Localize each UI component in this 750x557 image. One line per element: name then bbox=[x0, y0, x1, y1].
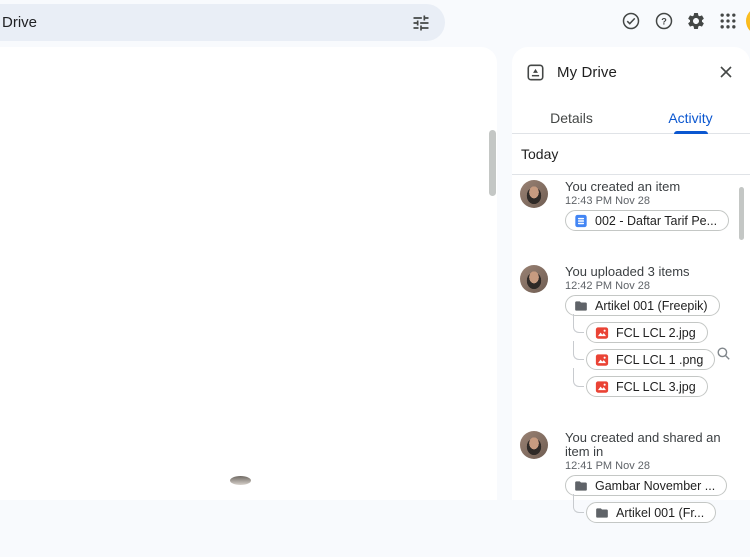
search-bar[interactable]: Drive bbox=[0, 4, 445, 41]
file-chip[interactable]: FCL LCL 2.jpg bbox=[586, 322, 708, 343]
partial-thumbnail bbox=[230, 476, 251, 485]
activity-timestamp: 12:42 PM Nov 28 bbox=[565, 280, 650, 292]
file-chip-label: FCL LCL 3.jpg bbox=[616, 379, 696, 394]
details-panel: My Drive Details Activity Today You crea… bbox=[512, 47, 750, 523]
profile-avatar[interactable] bbox=[746, 7, 750, 35]
activity-timestamp: 12:43 PM Nov 28 bbox=[565, 195, 650, 207]
folder-icon bbox=[574, 479, 588, 493]
activity-file-chips: Artikel 001 (Freepik) FCL LCL 2.jpg FCL LC… bbox=[565, 295, 720, 397]
file-chip-row: FCL LCL 1 .png bbox=[573, 341, 720, 370]
panel-title: My Drive bbox=[557, 63, 617, 81]
close-glyph bbox=[720, 66, 732, 78]
close-icon[interactable] bbox=[716, 62, 736, 82]
gear-glyph bbox=[688, 13, 704, 29]
section-title: Today bbox=[521, 146, 559, 162]
magnifier-icon[interactable] bbox=[716, 346, 732, 362]
file-chip[interactable]: FCL LCL 1 .png bbox=[586, 349, 716, 370]
tab-activity-label: Activity bbox=[668, 109, 713, 126]
activity-file-chips: Gambar November ... Artikel 001 (Fr... bbox=[565, 475, 746, 523]
divider bbox=[512, 174, 750, 175]
file-chip-label: FCL LCL 1 .png bbox=[616, 352, 704, 367]
file-chip[interactable]: 002 - Daftar Tarif Pe... bbox=[565, 210, 730, 231]
my-drive-icon bbox=[527, 63, 544, 81]
user-avatar bbox=[520, 265, 548, 293]
file-chip-row: FCL LCL 2.jpg bbox=[573, 314, 720, 343]
offline-ready-icon[interactable] bbox=[619, 9, 643, 33]
image-file-icon bbox=[595, 380, 609, 394]
file-chip-row: Artikel 001 (Fr... bbox=[573, 494, 746, 523]
file-chip-label: Artikel 001 (Fr... bbox=[616, 505, 705, 520]
file-chip-label: Gambar November ... bbox=[595, 478, 716, 493]
tune-glyph bbox=[413, 15, 429, 31]
help-glyph: ? bbox=[655, 12, 673, 30]
panel-tabs: Details Activity bbox=[512, 102, 750, 134]
file-chip-row: Artikel 001 (Freepik) bbox=[565, 295, 720, 316]
search-input[interactable]: Drive bbox=[2, 14, 37, 31]
activity-body: You uploaded 3 items 12:42 PM Nov 28 Artik… bbox=[565, 265, 720, 403]
activity-action-text: You created and shared an item in bbox=[565, 430, 721, 459]
file-chip[interactable]: FCL LCL 3.jpg bbox=[586, 376, 708, 397]
activity-body: You created an item 12:43 PM Nov 28 002 - … bbox=[565, 179, 730, 237]
apps-grid-glyph bbox=[720, 13, 736, 29]
file-chip-label: 002 - Daftar Tarif Pe... bbox=[595, 213, 718, 228]
panel-header: My Drive bbox=[527, 61, 736, 83]
image-file-icon bbox=[595, 326, 609, 340]
activity-action-text: You created an item bbox=[565, 179, 681, 194]
activity-body: You created and shared an item in 12:41 P… bbox=[565, 431, 746, 529]
main-content bbox=[0, 47, 497, 500]
user-avatar bbox=[520, 180, 548, 208]
google-drive-screen: Drive ? My Drive Details Activity Today … bbox=[0, 0, 750, 523]
folder-icon bbox=[595, 506, 609, 520]
activity-item: You created an item 12:43 PM Nov 28 002 - … bbox=[520, 180, 746, 237]
image-file-icon bbox=[595, 353, 609, 367]
file-chip-label: Artikel 001 (Freepik) bbox=[595, 298, 708, 313]
settings-icon[interactable] bbox=[684, 9, 708, 33]
apps-grid-icon[interactable] bbox=[716, 9, 740, 33]
file-chip-label: FCL LCL 2.jpg bbox=[616, 325, 696, 340]
file-chip[interactable]: Artikel 001 (Freepik) bbox=[565, 295, 720, 316]
magnifier-glyph bbox=[717, 347, 730, 360]
activity-item: You uploaded 3 items 12:42 PM Nov 28 Artik… bbox=[520, 265, 746, 403]
tab-details-label: Details bbox=[550, 109, 593, 126]
tune-filters-icon[interactable] bbox=[408, 10, 434, 36]
panel-scrollbar[interactable] bbox=[739, 187, 744, 240]
file-chip-row: 002 - Daftar Tarif Pe... bbox=[565, 210, 730, 231]
file-chip-row: Gambar November ... bbox=[565, 475, 746, 496]
google-doc-icon bbox=[574, 214, 588, 228]
file-chip-row: FCL LCL 3.jpg bbox=[573, 368, 720, 397]
activity-file-chips: 002 - Daftar Tarif Pe... bbox=[565, 210, 730, 231]
check-circle-glyph bbox=[622, 12, 640, 30]
tab-activity[interactable]: Activity bbox=[631, 102, 750, 134]
svg-text:?: ? bbox=[661, 16, 667, 26]
user-avatar bbox=[520, 431, 548, 459]
file-chip[interactable]: Artikel 001 (Fr... bbox=[586, 502, 717, 523]
folder-icon bbox=[574, 299, 588, 313]
file-chip[interactable]: Gambar November ... bbox=[565, 475, 728, 496]
activity-timestamp: 12:41 PM Nov 28 bbox=[565, 460, 650, 472]
active-tab-underline bbox=[673, 131, 708, 134]
help-icon[interactable]: ? bbox=[652, 9, 676, 33]
activity-action-text: You uploaded 3 items bbox=[565, 264, 690, 279]
activity-item: You created and shared an item in 12:41 P… bbox=[520, 431, 746, 529]
tab-details[interactable]: Details bbox=[512, 102, 631, 133]
activity-list: You created an item 12:43 PM Nov 28 002 - … bbox=[520, 180, 746, 557]
main-scrollbar[interactable] bbox=[489, 130, 496, 196]
